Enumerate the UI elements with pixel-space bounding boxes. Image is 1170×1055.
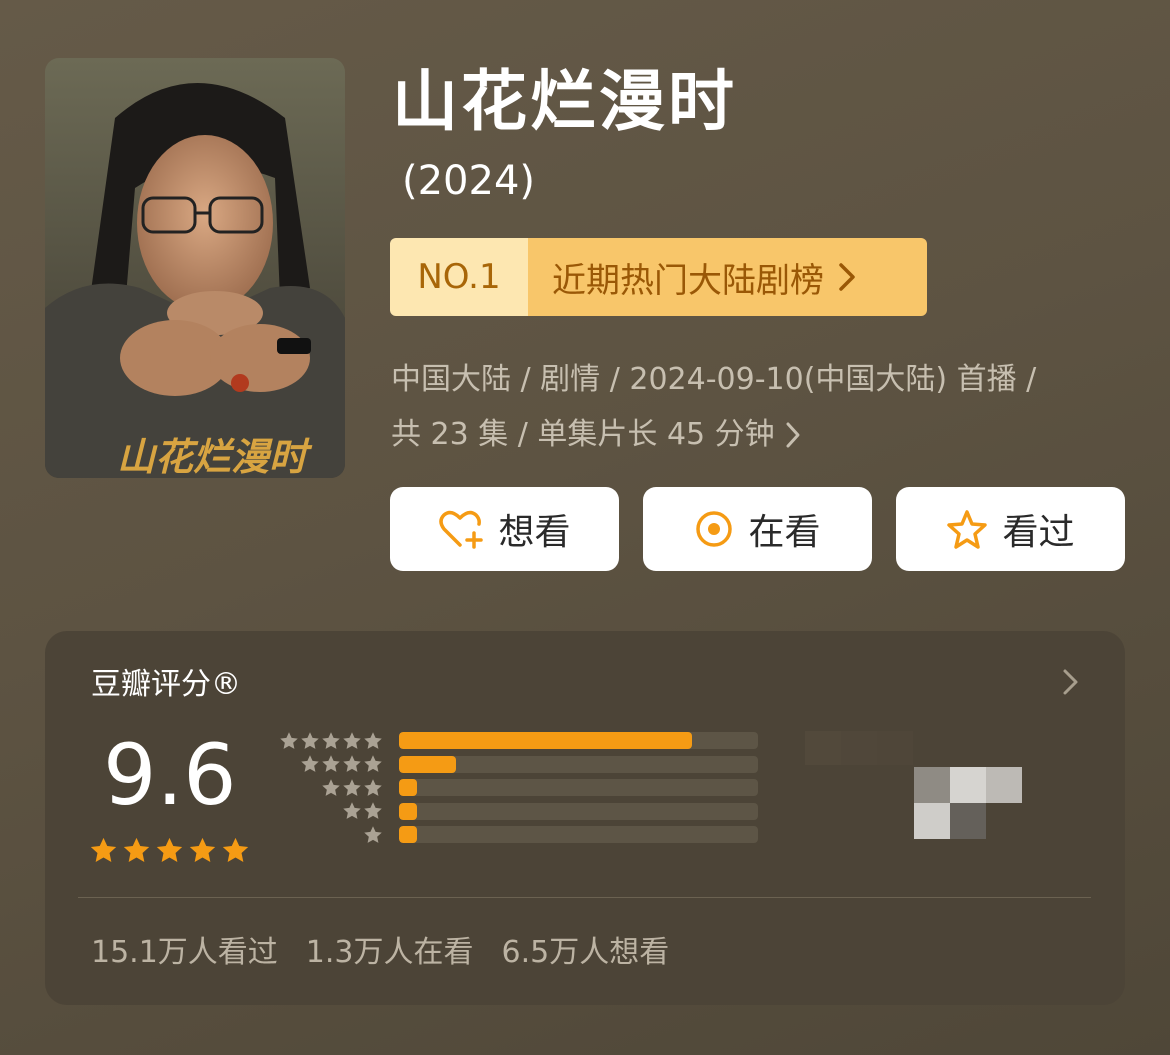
chevron-right-icon: [839, 263, 855, 291]
star-small-icon: [343, 732, 361, 749]
distribution-stars: [275, 778, 383, 798]
star-small-icon: [301, 755, 319, 773]
distribution-bar-track: [399, 755, 758, 773]
poster-calligraphy: 山花烂漫时: [117, 434, 313, 478]
show-year: (2024): [402, 158, 536, 204]
target-icon: [696, 511, 733, 547]
distribution-bar-fill: [399, 755, 457, 773]
star-small-icon: [322, 732, 340, 749]
distribution-bar-fill: [399, 826, 417, 844]
want-to-watch-button[interactable]: 想看: [390, 487, 619, 571]
poster-image[interactable]: 山花烂漫时: [45, 58, 345, 478]
distribution-stars: [275, 825, 383, 845]
meta-line-1: 中国大陆 / 剧情 / 2024-09-10(中国大陆) 首播 /: [391, 352, 1131, 407]
star-small-icon: [364, 802, 382, 820]
distribution-stars: [275, 731, 383, 751]
show-meta[interactable]: 中国大陆 / 剧情 / 2024-09-10(中国大陆) 首播 / 共 23 集…: [391, 352, 1131, 462]
star-outline-icon: [947, 510, 988, 549]
distribution-bar-track: [399, 802, 758, 820]
star-small-icon: [343, 779, 361, 796]
show-title: 山花烂漫时: [392, 63, 737, 140]
distribution-row-3-star: [275, 776, 760, 800]
distribution-row-1-star: [275, 823, 760, 847]
rank-list-label: 近期热门大陆剧榜: [552, 260, 824, 301]
star-filled-icon: [123, 837, 150, 862]
star-small-icon: [364, 779, 382, 796]
rating-card-title: 豆瓣评分®: [91, 667, 241, 702]
rank-list-link[interactable]: 近期热门大陆剧榜: [528, 238, 927, 316]
watched-count: 15.1万人看过: [91, 935, 278, 970]
poster-artwork: 山花烂漫时: [45, 58, 345, 478]
watching-count: 1.3万人在看: [305, 935, 474, 970]
chevron-right-icon: [786, 422, 800, 447]
distribution-row-4-star: [275, 753, 760, 777]
distribution-stars: [275, 754, 383, 774]
star-small-icon: [343, 802, 361, 820]
blurred-pixel-block: [805, 731, 1025, 841]
distribution-bar-track: [399, 779, 758, 797]
distribution-bar-fill: [399, 732, 692, 750]
star-small-icon: [343, 755, 361, 773]
star-small-icon: [364, 755, 382, 773]
watched-button[interactable]: 看过: [896, 487, 1125, 571]
distribution-row-5-star: [275, 729, 760, 753]
card-divider: [78, 897, 1091, 898]
watching-label: 在看: [748, 512, 821, 553]
star-small-icon: [322, 755, 340, 773]
star-small-icon: [322, 779, 340, 796]
want-to-watch-label: 想看: [498, 512, 571, 553]
star-filled-icon: [90, 837, 117, 862]
meta-info-2: 共 23 集 / 单集片长 45 分钟: [391, 417, 775, 452]
meta-info-1: 中国大陆 / 剧情 / 2024-09-10(中国大陆) 首播 /: [391, 362, 1037, 397]
audience-counts: 15.1万人看过 1.3万人在看 6.5万人想看: [91, 927, 669, 971]
rank-banner[interactable]: NO.1 近期热门大陆剧榜: [390, 238, 927, 316]
distribution-bar-fill: [399, 779, 417, 797]
star-small-icon: [364, 732, 382, 749]
want-count: 6.5万人想看: [501, 935, 670, 970]
rank-number: NO.1: [390, 238, 528, 316]
watched-label: 看过: [1002, 512, 1075, 553]
star-filled-icon: [222, 837, 249, 862]
star-small-icon: [364, 826, 382, 843]
meta-line-2: 共 23 集 / 单集片长 45 分钟: [391, 407, 1131, 462]
watching-button[interactable]: 在看: [643, 487, 872, 571]
heart-plus-icon: [439, 510, 484, 549]
star-filled-icon: [156, 837, 183, 862]
star-small-icon: [301, 732, 319, 749]
distribution-bar-track: [399, 826, 758, 844]
rating-card[interactable]: 豆瓣评分® 9.6 15.1万人看过 1.3万人在看 6.5万人想看: [45, 631, 1125, 1005]
rating-stars: [89, 836, 250, 865]
rating-distribution: [275, 729, 760, 847]
rating-score: 9.6: [103, 726, 237, 824]
star-filled-icon: [189, 837, 216, 862]
distribution-stars: [275, 801, 383, 821]
chevron-right-icon[interactable]: [1061, 667, 1081, 697]
distribution-bar-track: [399, 732, 758, 750]
distribution-row-2-star: [275, 800, 760, 824]
distribution-bar-fill: [399, 802, 417, 820]
star-small-icon: [280, 732, 298, 749]
